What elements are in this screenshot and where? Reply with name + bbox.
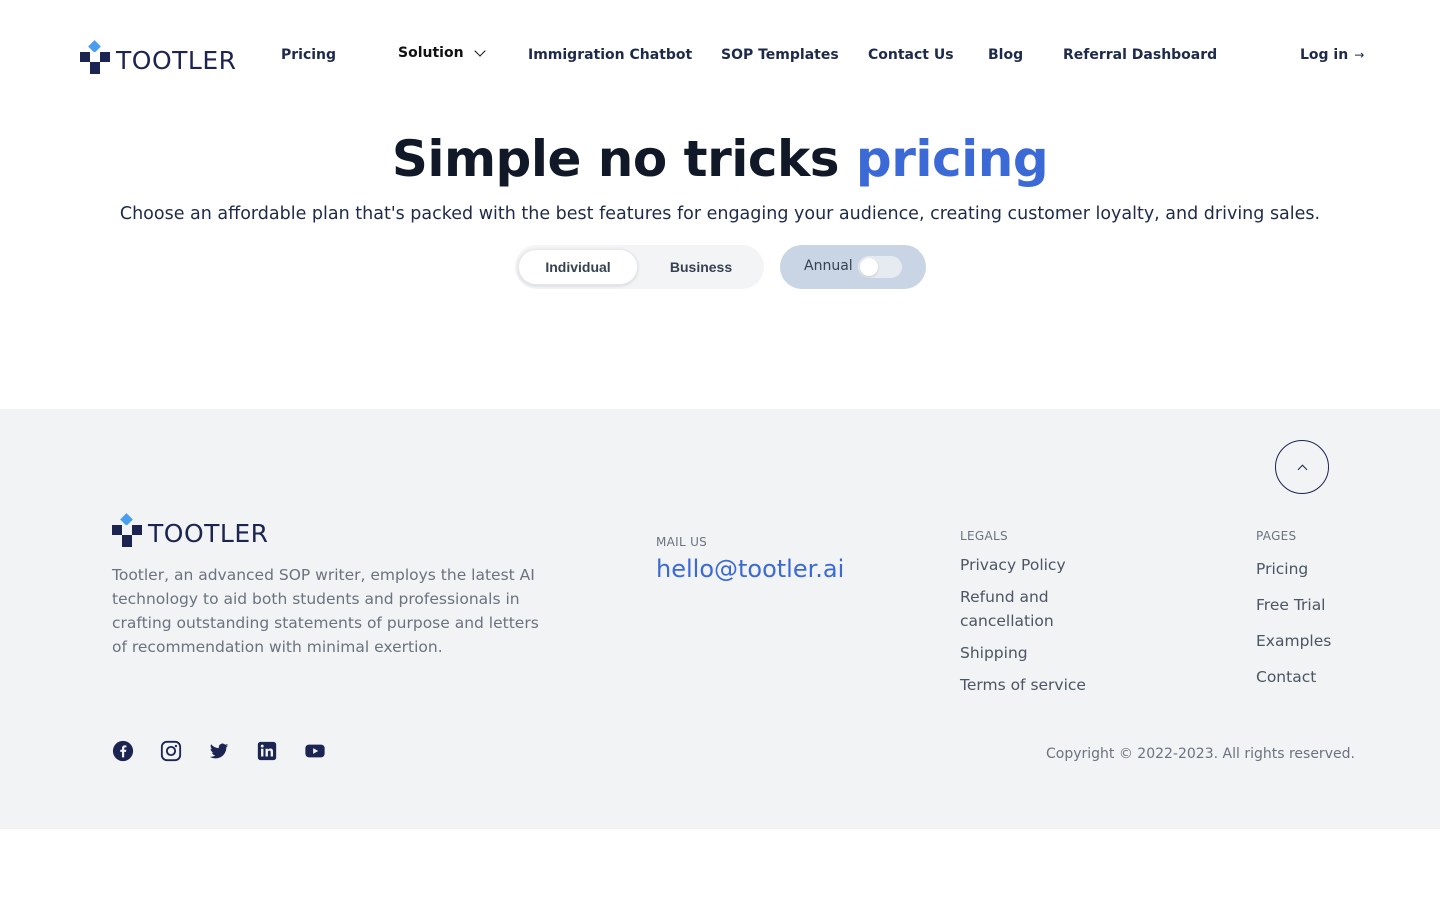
page-subtitle: Choose an affordable plan that's packed … bbox=[119, 204, 1321, 224]
nav-link-blog[interactable]: Blog bbox=[988, 47, 1023, 63]
plan-type-toggle: Individual Business bbox=[515, 245, 764, 289]
facebook-icon[interactable] bbox=[112, 740, 134, 766]
youtube-icon[interactable] bbox=[304, 740, 326, 766]
arrow-right-icon: → bbox=[1354, 48, 1365, 62]
nav-link-contact-us[interactable]: Contact Us bbox=[868, 47, 954, 63]
switch-knob bbox=[860, 258, 878, 276]
plan-individual-button[interactable]: Individual bbox=[518, 249, 638, 285]
plan-business-button[interactable]: Business bbox=[643, 249, 759, 285]
page-title-main: Simple no tricks bbox=[391, 130, 856, 188]
social-links bbox=[112, 740, 326, 766]
footer-link-privacy-policy[interactable]: Privacy Policy bbox=[960, 553, 1066, 577]
brand-logo[interactable]: TOOTLER bbox=[80, 39, 237, 75]
footer-link-shipping[interactable]: Shipping bbox=[960, 641, 1028, 665]
pages-heading: PAGES bbox=[1256, 529, 1297, 543]
page-title-accent: pricing bbox=[855, 130, 1049, 188]
footer-link-terms-of-service[interactable]: Terms of service bbox=[960, 673, 1086, 697]
twitter-icon[interactable] bbox=[208, 740, 230, 766]
linkedin-icon[interactable] bbox=[256, 740, 278, 766]
legals-heading: LEGALS bbox=[960, 529, 1008, 543]
nav-link-sop-templates[interactable]: SOP Templates bbox=[721, 47, 839, 63]
top-navigation: TOOTLER Pricing Solution Immigration Cha… bbox=[0, 0, 1440, 112]
billing-annual-toggle[interactable]: Annual bbox=[780, 245, 926, 289]
brand-name: TOOTLER bbox=[116, 46, 237, 75]
annual-switch[interactable] bbox=[858, 256, 902, 278]
nav-dropdown-solution[interactable]: Solution bbox=[398, 44, 486, 61]
instagram-icon[interactable] bbox=[160, 740, 182, 766]
mail-us-heading: MAIL US bbox=[656, 535, 708, 549]
scroll-to-top-button[interactable] bbox=[1275, 440, 1329, 494]
site-footer: TOOTLER Tootler, an advanced SOP writer,… bbox=[0, 409, 1440, 829]
chevron-down-icon bbox=[473, 44, 486, 57]
footer-link-contact[interactable]: Contact bbox=[1256, 665, 1316, 689]
login-label: Log in bbox=[1300, 47, 1349, 63]
footer-brand-name: TOOTLER bbox=[148, 519, 269, 548]
footer-link-free-trial[interactable]: Free Trial bbox=[1256, 593, 1326, 617]
chevron-up-icon bbox=[1297, 464, 1307, 474]
footer-link-pricing[interactable]: Pricing bbox=[1256, 557, 1308, 581]
page-title: Simple no tricks pricing bbox=[0, 130, 1440, 188]
footer-link-refund-cancellation[interactable]: Refund and cancellation bbox=[960, 585, 1080, 633]
copyright-text: Copyright © 2022-2023. All rights reserv… bbox=[1046, 746, 1355, 762]
footer-email-link[interactable]: hello@tootler.ai bbox=[656, 555, 844, 583]
tootler-logo-icon bbox=[80, 39, 110, 74]
footer-about-text: Tootler, an advanced SOP writer, employs… bbox=[112, 566, 539, 656]
login-button[interactable]: Log in → bbox=[1300, 47, 1364, 63]
nav-link-referral-dashboard[interactable]: Referral Dashboard bbox=[1063, 47, 1217, 63]
footer-link-examples[interactable]: Examples bbox=[1256, 629, 1331, 653]
nav-link-pricing[interactable]: Pricing bbox=[281, 47, 336, 63]
nav-link-immigration-chatbot[interactable]: Immigration Chatbot bbox=[528, 47, 692, 63]
tootler-logo-icon bbox=[112, 512, 142, 547]
footer-brand-logo[interactable]: TOOTLER bbox=[112, 512, 269, 548]
annual-label: Annual bbox=[804, 258, 853, 274]
nav-solution-label: Solution bbox=[398, 45, 464, 61]
